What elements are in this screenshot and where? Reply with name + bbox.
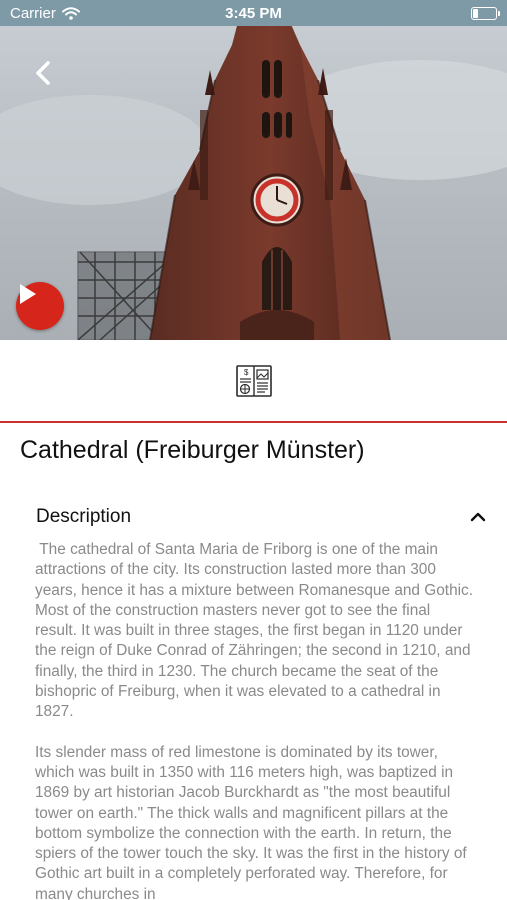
description-paragraph: Its slender mass of red limestone is dom… — [35, 743, 471, 900]
play-audio-button[interactable] — [16, 282, 64, 330]
battery-level — [473, 8, 478, 18]
status-bar: Carrier 3:45 PM — [0, 0, 507, 26]
clock-face — [250, 173, 304, 227]
accent-divider — [0, 421, 507, 423]
play-icon — [20, 284, 36, 304]
svg-text:$: $ — [244, 368, 249, 377]
description-body: The cathedral of Santa Maria de Friborg … — [35, 540, 475, 900]
carrier-label: Carrier — [10, 4, 56, 22]
cathedral-photo — [0, 0, 507, 340]
description-paragraph: The cathedral of Santa Maria de Friborg … — [35, 541, 478, 721]
page-title: Cathedral (Freiburger Münster) — [20, 436, 365, 464]
battery-icon — [471, 6, 500, 20]
hero-image — [0, 0, 507, 340]
category-section: $ — [0, 340, 507, 422]
chevron-left-icon — [36, 61, 50, 85]
wifi-icon — [61, 6, 80, 20]
description-header: Description — [36, 506, 132, 527]
brochure-icon[interactable]: $ — [235, 362, 273, 400]
description-toggle[interactable]: Description — [36, 503, 486, 531]
back-button[interactable] — [34, 60, 64, 90]
chevron-up-icon[interactable] — [470, 511, 486, 523]
